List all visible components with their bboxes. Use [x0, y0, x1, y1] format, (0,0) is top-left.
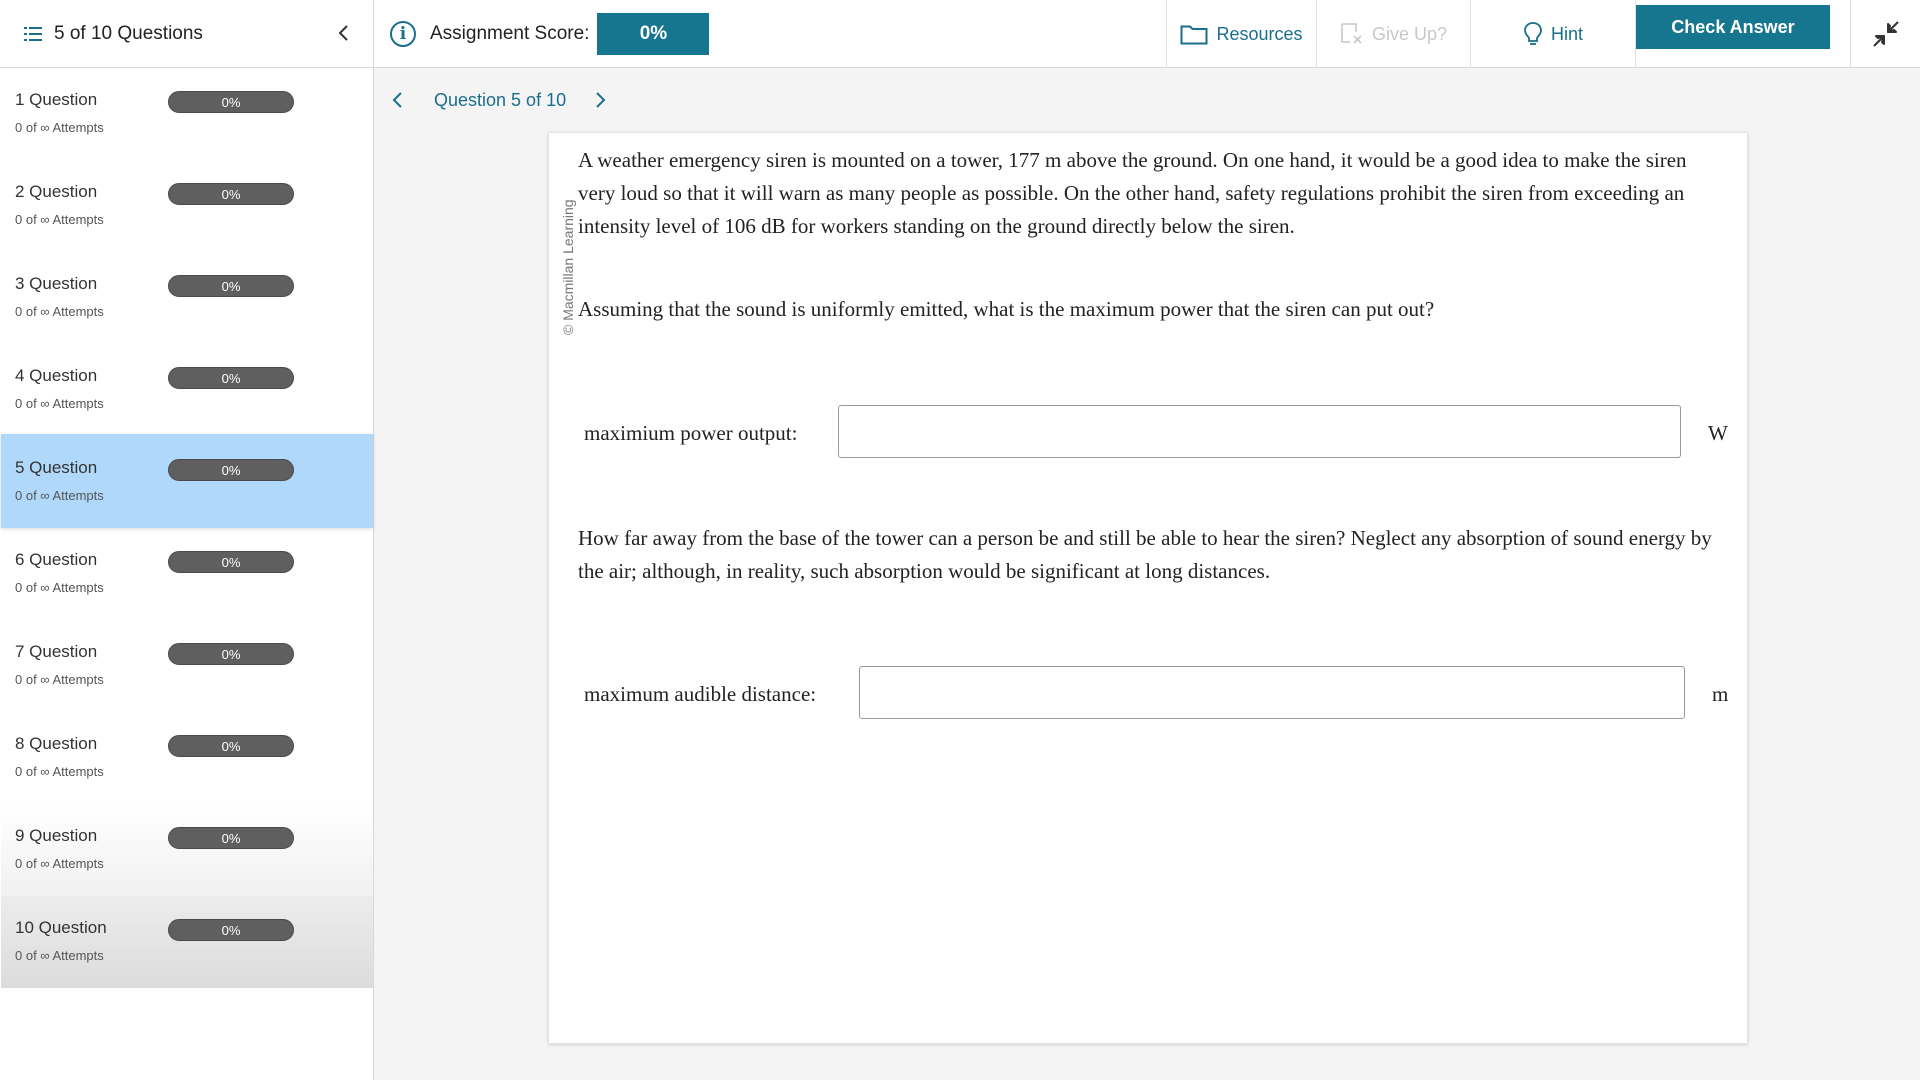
question-intro: A weather emergency siren is mounted on … [578, 148, 1687, 238]
answer-1-unit: W [1708, 421, 1728, 445]
sidebar-item-question-5[interactable]: 5 Question 0% 0 of ∞ Attempts [1, 434, 373, 528]
resources-label: Resources [1216, 23, 1303, 44]
question-name: 1 Question [15, 90, 98, 109]
question-name: 3 Question [15, 274, 98, 293]
question-attempts: 0 of ∞ Attempts [15, 488, 104, 503]
score-label: Assignment Score: [430, 23, 590, 44]
question-attempts: 0 of ∞ Attempts [15, 672, 104, 687]
hint-label: Hint [1550, 23, 1583, 44]
question-score-pill: 0% [168, 735, 294, 757]
hint-button[interactable]: Hint [1470, 0, 1636, 68]
sidebar-item-question-9[interactable]: 9 Question 0% 0 of ∞ Attempts [1, 804, 373, 896]
question-score-pill: 0% [168, 459, 294, 481]
question-name: 9 Question [15, 826, 98, 845]
question-attempts: 0 of ∞ Attempts [15, 120, 104, 135]
question-score-pill: 0% [168, 275, 294, 297]
question-sidebar: 1 Question 0% 0 of ∞ Attempts 2 Question… [0, 68, 374, 1080]
previous-question-icon[interactable] [384, 86, 410, 114]
list-icon[interactable] [24, 26, 42, 42]
sidebar-item-question-6[interactable]: 6 Question 0% 0 of ∞ Attempts [1, 528, 373, 620]
question-name: 5 Question [15, 458, 98, 477]
resources-button[interactable]: Resources [1166, 0, 1316, 68]
sidebar-item-question-3[interactable]: 3 Question 0% 0 of ∞ Attempts [1, 252, 373, 344]
question-count-header: 5 of 10 Questions [0, 0, 374, 68]
power-output-input[interactable] [838, 405, 1681, 458]
next-question-icon[interactable] [588, 86, 614, 114]
question-score-pill: 0% [168, 367, 294, 389]
question-attempts: 0 of ∞ Attempts [15, 396, 104, 411]
question-name: 10 Question [15, 918, 107, 937]
question-part-2: How far away from the base of the tower … [578, 526, 1712, 583]
minimize-icon[interactable] [1850, 0, 1920, 68]
sidebar-item-question-4[interactable]: 4 Question 0% 0 of ∞ Attempts [1, 344, 373, 436]
sidebar-item-question-7[interactable]: 7 Question 0% 0 of ∞ Attempts [1, 620, 373, 712]
question-score-pill: 0% [168, 919, 294, 941]
lightbulb-icon [1524, 22, 1542, 45]
question-attempts: 0 of ∞ Attempts [15, 304, 104, 319]
collapse-sidebar-icon[interactable] [331, 20, 357, 46]
question-score-pill: 0% [168, 643, 294, 665]
info-icon[interactable]: i [390, 21, 416, 47]
question-score-pill: 0% [168, 183, 294, 205]
top-bar: 5 of 10 Questions i Assignment Score: 0%… [0, 0, 1920, 68]
question-name: 8 Question [15, 734, 98, 753]
question-attempts: 0 of ∞ Attempts [15, 212, 104, 227]
sidebar-item-question-10[interactable]: 10 Question 0% 0 of ∞ Attempts [1, 896, 373, 988]
copyright-notice: © Macmillan Learning [560, 160, 576, 335]
answer-1-label: maximium power output: [584, 421, 798, 445]
give-up-button[interactable]: Give Up? [1316, 0, 1470, 68]
assignment-score: i Assignment Score: 0% [390, 0, 710, 68]
answer-2-unit: m [1712, 682, 1729, 706]
question-count-label: 5 of 10 Questions [54, 23, 203, 44]
sidebar-item-question-8[interactable]: 8 Question 0% 0 of ∞ Attempts [1, 712, 373, 804]
check-answer-button[interactable]: Check Answer [1636, 5, 1830, 49]
sidebar-item-question-2[interactable]: 2 Question 0% 0 of ∞ Attempts [1, 160, 373, 252]
copyright-text: © Macmillan Learning [560, 199, 576, 335]
audible-distance-input[interactable] [859, 666, 1685, 719]
question-card [548, 132, 1748, 1044]
folder-icon [1180, 25, 1208, 45]
question-name: 2 Question [15, 182, 98, 201]
question-score-pill: 0% [168, 827, 294, 849]
question-name: 6 Question [15, 550, 98, 569]
question-part-1: Assuming that the sound is uniformly emi… [578, 297, 1435, 321]
question-name: 7 Question [15, 642, 98, 661]
give-up-label: Give Up? [1371, 23, 1448, 44]
question-name: 4 Question [15, 366, 98, 385]
question-score-pill: 0% [168, 91, 294, 113]
answer-2-label: maximum audible distance: [584, 682, 817, 706]
question-score-pill: 0% [168, 551, 294, 573]
give-up-icon [1341, 23, 1362, 44]
question-attempts: 0 of ∞ Attempts [15, 580, 104, 595]
question-attempts: 0 of ∞ Attempts [15, 948, 104, 963]
question-attempts: 0 of ∞ Attempts [15, 764, 104, 779]
sidebar-item-question-1[interactable]: 1 Question 0% 0 of ∞ Attempts [1, 68, 373, 160]
question-nav-title: Question 5 of 10 [434, 89, 567, 110]
question-navigation: Question 5 of 10 [384, 86, 614, 114]
question-attempts: 0 of ∞ Attempts [15, 856, 104, 871]
score-value: 0% [597, 13, 710, 55]
